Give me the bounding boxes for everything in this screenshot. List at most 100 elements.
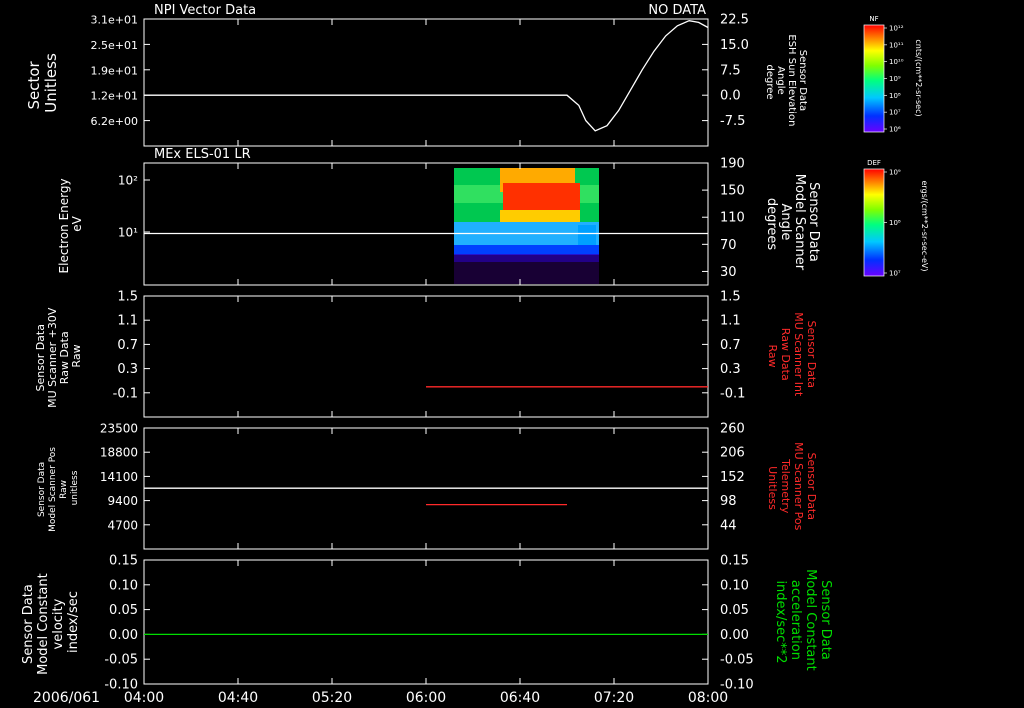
left-axis-label: Sector Unitless: [25, 53, 60, 113]
right-axis-label-line: Raw Data: [779, 328, 792, 381]
colorbar-units: cnts/(cm**2-sr-sec): [914, 39, 923, 116]
series: [143, 560, 709, 684]
panel-title: MEx ELS-01 LR: [154, 147, 251, 162]
left-axis-label-line: Sensor Data: [21, 584, 36, 664]
left-ticks: 0.150.100.050.00-0.05-0.10: [104, 554, 150, 693]
left-axis-label: Sensor Data Model Scanner Pos Raw unitle…: [37, 444, 80, 532]
right-axis-label-line: Sensor Data: [805, 453, 818, 520]
colorbar-tick-label: 10⁹: [889, 75, 901, 83]
spectrogram-band: [454, 254, 599, 262]
tick-label: 10¹: [118, 226, 138, 240]
no-data-label: NO DATA: [648, 3, 706, 18]
colorbar-def: DEF 10⁹ 10⁸ 10⁷ ergs/(cm**2-sr-sec-eV): [863, 159, 929, 278]
right-axis-label-line: Sensor Data: [805, 321, 818, 388]
right-axis-label: Sensor Data MU Scanner Int Raw Data Raw: [766, 312, 818, 400]
series: [143, 163, 709, 285]
tick-label: 206: [720, 446, 745, 461]
tick-label: 15.0: [720, 38, 749, 53]
colorbar-tick-label: 10¹⁰: [889, 58, 904, 66]
left-axis-label-line: Sector: [25, 60, 43, 109]
right-axis-label-line: degree: [764, 64, 775, 99]
right-axis-label-line: MU Scanner Pos: [792, 442, 805, 531]
left-axis-label-line: Unitless: [42, 53, 60, 113]
spectrogram-band: [454, 262, 599, 284]
right-axis-label-line: Telemetry: [779, 458, 792, 514]
tick-label: 9400: [107, 494, 138, 508]
right-axis-label: Sensor Data Model Scanner Angle degrees: [764, 174, 821, 275]
spectrogram-band: [500, 210, 580, 222]
right-axis-label-line: acceleration: [788, 580, 803, 660]
time-tick-labels: 04:00 04:40 05:20 06:00 06:40 07:20 08:00: [124, 690, 728, 706]
tick-label: 0.7: [117, 338, 138, 353]
right-axis-label-line: Sensor Data: [806, 182, 821, 262]
colorbar-tick-label: 10⁶: [889, 126, 901, 134]
date-label: 2006/061: [33, 690, 100, 706]
tick-label: 0.10: [720, 578, 749, 593]
panel-mu-scanner-raw: 1.5 1.1 0.7 0.3 -0.1 1.5 1.1 0.7 0.3 -0.1 Sensor…: [34, 290, 818, 418]
left-axis-label-line: eV: [70, 215, 84, 231]
tick-label: 30: [720, 265, 737, 280]
colorbar-label: DEF: [867, 159, 881, 167]
time-tick-label: 06:40: [500, 690, 540, 706]
tick-label: 1.5: [720, 290, 741, 305]
tick-label: -0.1: [113, 386, 138, 401]
colorbar-tick-label: 10⁷: [889, 270, 901, 278]
tick-label: 6.2e+00: [91, 115, 138, 128]
tick-label: 7.5: [720, 63, 741, 78]
left-axis-label-line: Raw: [70, 344, 83, 367]
tick-label: 70: [720, 238, 737, 253]
series-line: [144, 20, 709, 132]
spectrogram-band: [503, 183, 580, 213]
colorbar-tick-label: 10⁸: [889, 219, 901, 227]
panel-model-constant: 0.150.100.050.00-0.05-0.10 0.150.100.050…: [21, 554, 833, 693]
spectrogram: [454, 168, 599, 284]
spectrogram-band: [454, 245, 599, 255]
right-axis-label-line: Sensor Data: [797, 50, 808, 111]
series: [143, 19, 709, 146]
plot-frame: [143, 18, 709, 147]
tick-label: 44: [720, 518, 737, 533]
tick-label: 1.2e+01: [91, 90, 138, 103]
series: [143, 296, 709, 417]
tick-label: 14100: [100, 470, 138, 484]
tick-label: 0.05: [720, 603, 749, 618]
left-axis-label-line: velocity: [51, 598, 66, 649]
tick-label: 110: [720, 211, 745, 226]
right-axis-label: Sensor Data ESH Sun Elevation Angle degr…: [764, 34, 808, 129]
time-tick-label: 05:20: [312, 690, 352, 706]
tick-label: 0.7: [720, 338, 741, 353]
time-tick-label: 04:40: [218, 690, 258, 706]
time-tick-label: 08:00: [688, 690, 728, 706]
left-axis-label: Electron Energy eV: [57, 175, 84, 274]
tick-label: 10²: [118, 174, 138, 188]
time-tick-label: 04:00: [124, 690, 164, 706]
tick-label: 2.5e+01: [91, 39, 138, 52]
panel-title: NPI Vector Data: [154, 3, 256, 18]
panel-els-spectrogram: MEx ELS-01 LR 10² 10¹ 190 150 110 70 30 Elect…: [57, 147, 821, 286]
time-tick-label: 07:20: [594, 690, 634, 706]
tick-label: 0.00: [109, 628, 138, 643]
tick-label: 0.10: [109, 578, 138, 593]
left-axis-label-line: Model Constant: [36, 573, 51, 675]
colorbar-tick-label: 10¹¹: [889, 41, 904, 49]
right-axis-label-line: ESH Sun Elevation: [786, 34, 797, 126]
left-ticks: 10² 10¹: [118, 174, 150, 240]
left-axis-label-line: unitless: [70, 470, 80, 505]
right-axis-label-line: Raw: [766, 344, 779, 367]
time-tick-label: 06:00: [406, 690, 446, 706]
right-ticks: 22.5 15.0 7.5 0.0 -7.5: [702, 13, 749, 129]
tick-label: 0.3: [117, 362, 138, 377]
right-axis-label-line: Unitless: [766, 466, 779, 510]
tick-label: 3.1e+01: [91, 14, 138, 27]
right-axis-label-line: Model Scanner: [792, 174, 807, 271]
right-axis-label-line: index/sec**2: [773, 580, 788, 663]
left-axis-label: Sensor Data Model Constant velocity inde…: [21, 569, 81, 675]
left-axis-label: Sensor Data MU Scanner +30V Raw Data Raw: [34, 304, 83, 408]
colorbar-tick-label: 10⁷: [889, 109, 901, 117]
tick-label: 0.3: [720, 362, 741, 377]
tick-label: 4700: [107, 518, 138, 532]
tick-label: -0.05: [720, 653, 754, 668]
tick-label: 0.05: [109, 603, 138, 618]
colorbar-ticks: 10¹² 10¹¹ 10¹⁰ 10⁹ 10⁸ 10⁷ 10⁶: [884, 25, 904, 134]
plot-frame: [143, 162, 709, 286]
